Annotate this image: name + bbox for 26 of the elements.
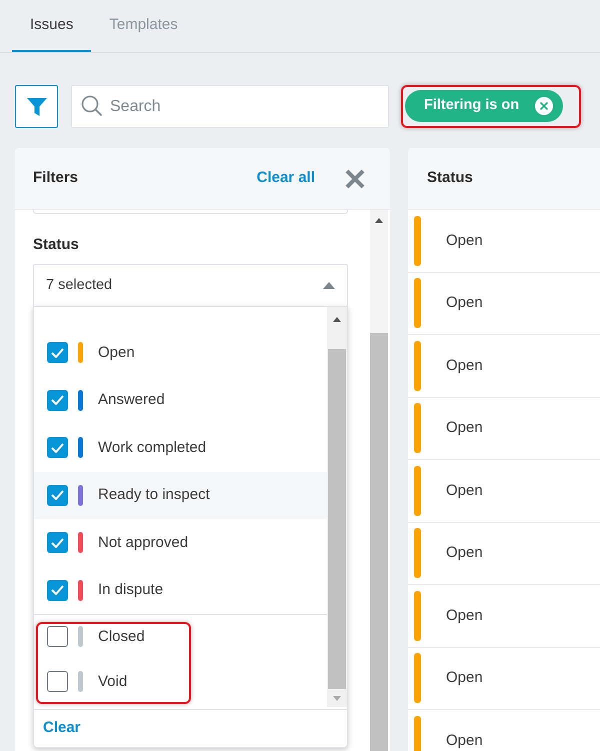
dropdown-option[interactable]: Ready to inspect (34, 472, 328, 519)
table-cell-text: Open (446, 606, 483, 626)
table-cell-text: Open (446, 230, 483, 250)
column-header: Status (427, 168, 473, 188)
option-label: Void (98, 672, 128, 692)
field-label: Status (33, 235, 80, 255)
option-label: Ready to inspect (98, 485, 210, 505)
option-label: Closed (98, 627, 145, 647)
chip-label: Filtering is on (424, 96, 520, 116)
table-cell-text: Open (446, 418, 483, 438)
tab[interactable]: Issues (12, 0, 92, 52)
option-label: Not approved (98, 532, 188, 552)
panel-title: Filters (33, 168, 78, 188)
search-field[interactable]: Search (71, 85, 389, 128)
option-label: Work completed (98, 438, 206, 458)
clear-link[interactable]: Clear (43, 717, 81, 740)
option-label: In dispute (98, 580, 164, 600)
table-cell-text: Open (446, 293, 483, 313)
table-cell-text: Open (446, 668, 483, 688)
option-label: Answered (98, 390, 165, 410)
table-cell-text: Open (446, 543, 483, 563)
option-label: Open (98, 342, 135, 362)
table-cell-text: Open (446, 356, 483, 376)
table-cell-text: Open (446, 480, 483, 500)
dropdown-option[interactable]: Closed (34, 614, 328, 658)
table-cell-text: Open (446, 730, 483, 750)
